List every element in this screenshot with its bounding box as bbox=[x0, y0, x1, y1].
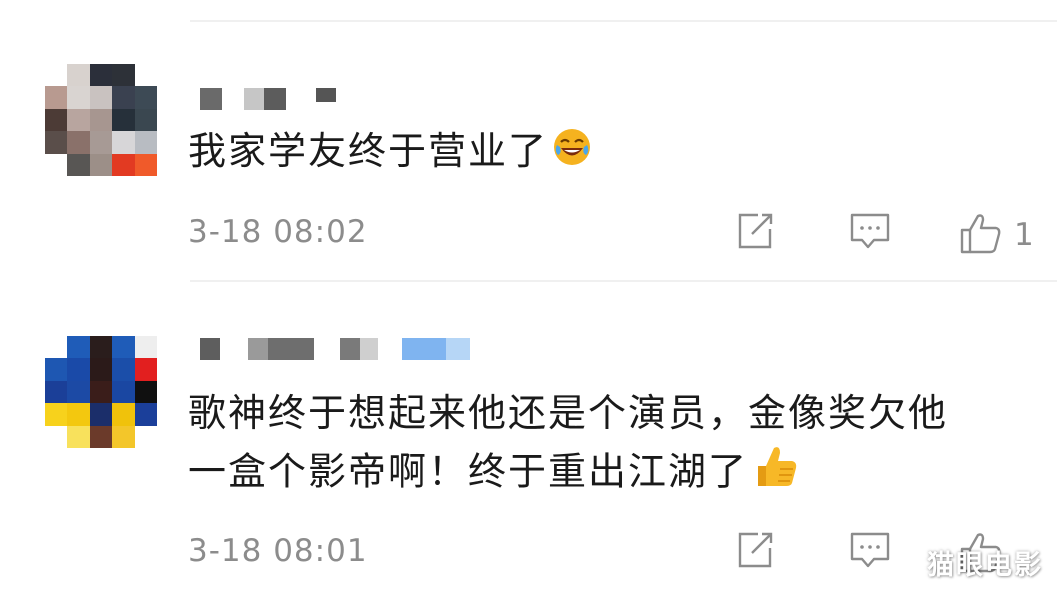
comment-divider bbox=[190, 280, 1057, 282]
comment-meta: 3-18 08:01 bbox=[188, 527, 1048, 577]
like-button[interactable]: 1 bbox=[958, 210, 1034, 260]
laughing-tears-icon bbox=[552, 125, 592, 183]
comment-icon bbox=[848, 210, 892, 256]
timestamp: 3-18 08:02 bbox=[188, 214, 368, 250]
username[interactable] bbox=[200, 338, 470, 360]
watermark: 猫眼电影 bbox=[927, 550, 1043, 581]
share-button[interactable] bbox=[734, 210, 776, 256]
thumbs-up-icon bbox=[958, 210, 1004, 260]
comment-icon bbox=[848, 529, 892, 575]
comment-list: 我家学友终于营业了 3-18 08:02 1 歌神终于想起来他还是个演员，金像奖… bbox=[0, 0, 1057, 602]
comment-text: 我家学友终于营业了 bbox=[188, 122, 592, 183]
reply-button[interactable] bbox=[848, 210, 892, 256]
like-count: 1 bbox=[1014, 217, 1034, 253]
avatar[interactable] bbox=[45, 336, 157, 448]
reply-button[interactable] bbox=[848, 529, 892, 575]
top-divider bbox=[190, 20, 1057, 22]
avatar[interactable] bbox=[45, 64, 157, 176]
share-icon bbox=[734, 529, 776, 575]
comment-text: 歌神终于想起来他还是个演员，金像奖欠他 一盒个影帝啊！终于重出江湖了 bbox=[188, 384, 948, 506]
share-button[interactable] bbox=[734, 529, 776, 575]
share-icon bbox=[734, 210, 776, 256]
username[interactable] bbox=[200, 88, 336, 110]
timestamp: 3-18 08:01 bbox=[188, 533, 368, 569]
comment-meta: 3-18 08:02 1 bbox=[188, 208, 1048, 258]
thumbs-up-emoji-icon bbox=[752, 442, 800, 506]
